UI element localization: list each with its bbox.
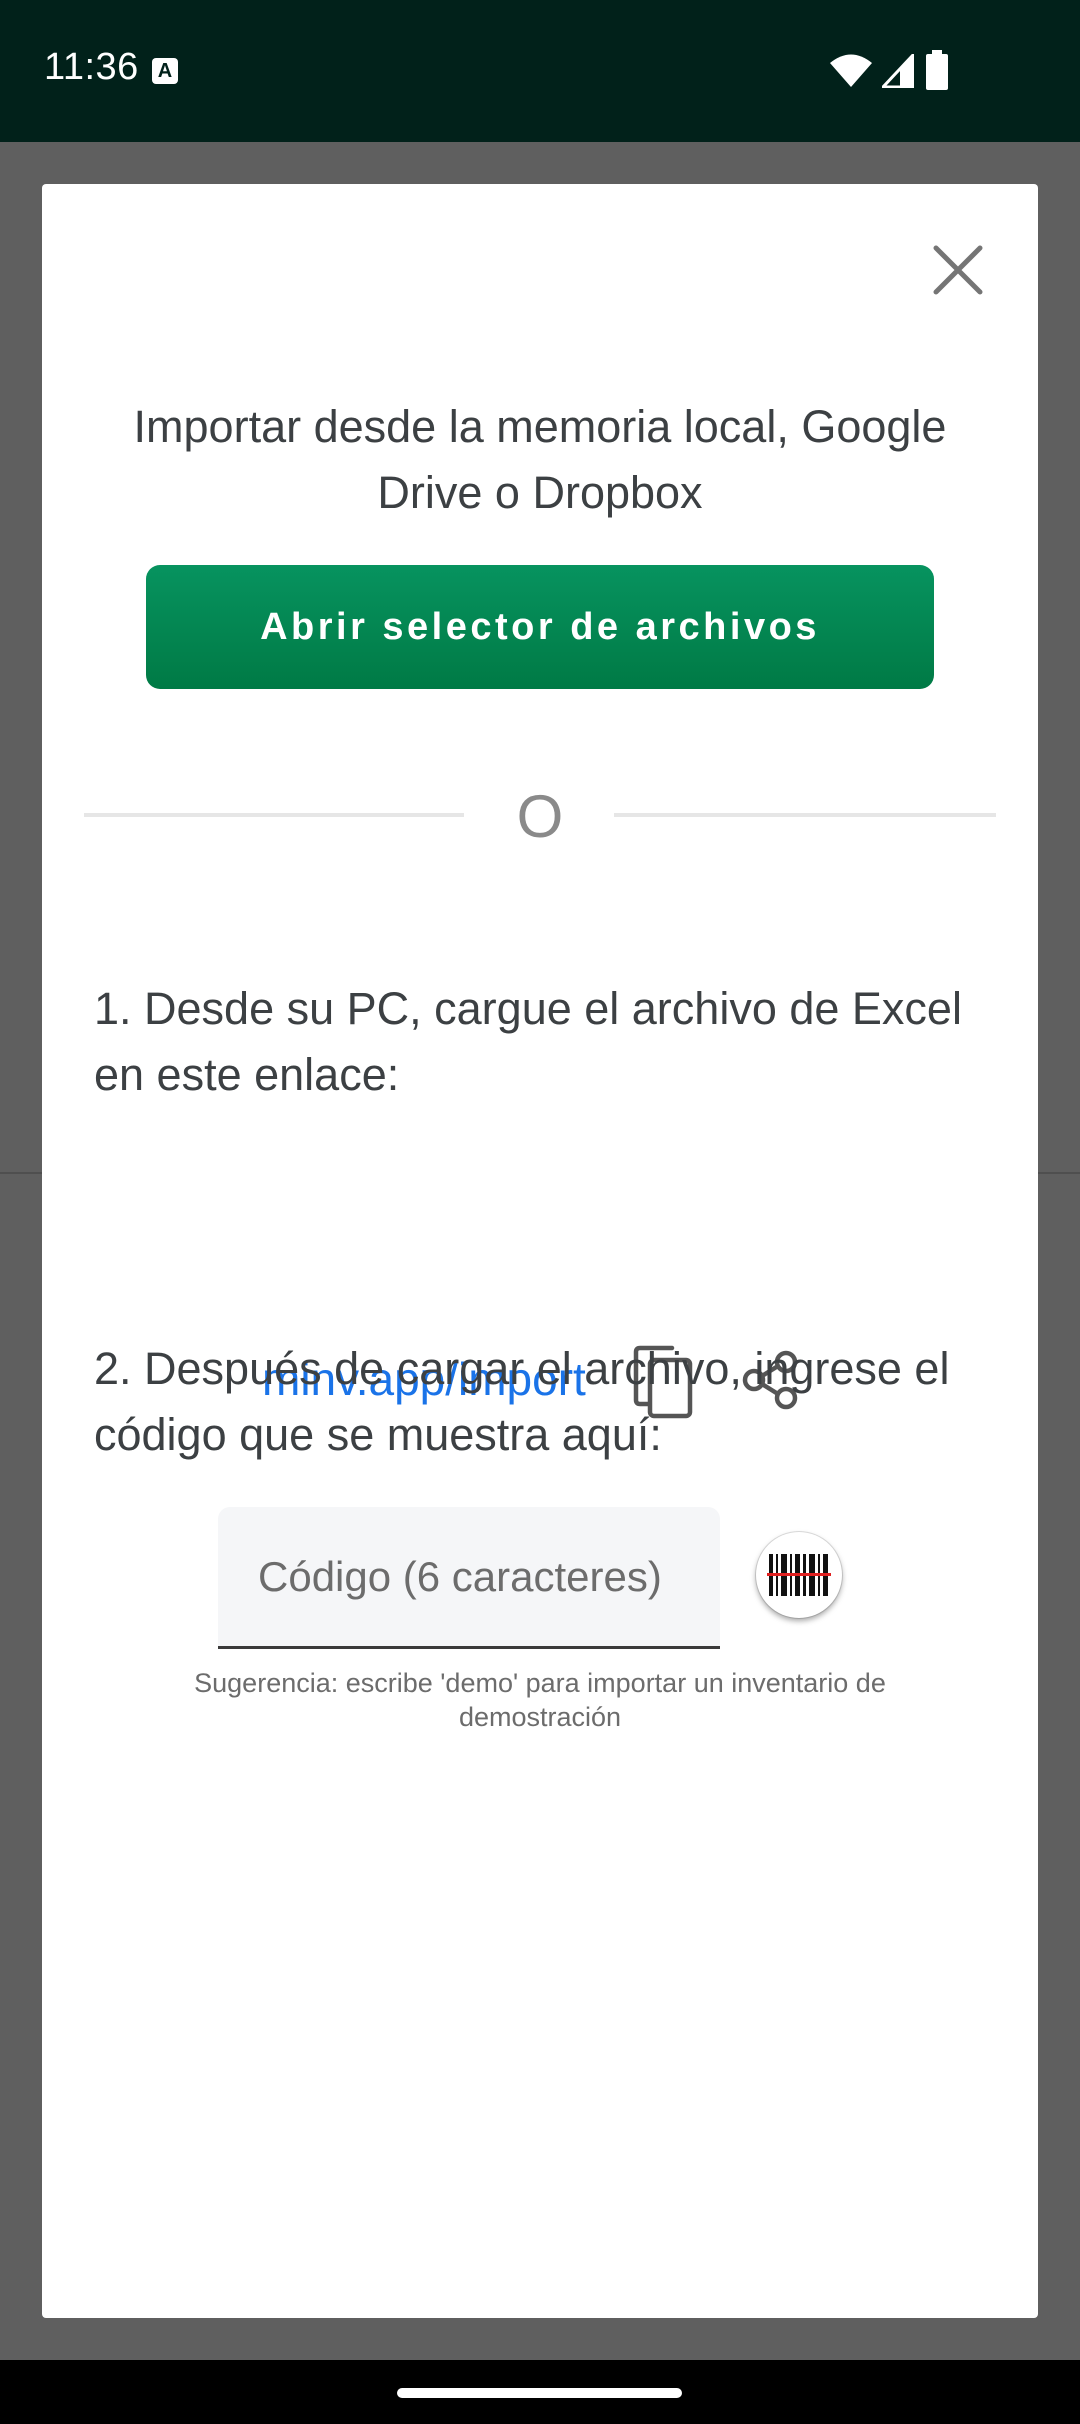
separator-line-right xyxy=(614,813,996,817)
close-button[interactable] xyxy=(922,234,994,306)
import-heading: Importar desde la memoria local, Google … xyxy=(133,401,947,518)
or-separator: O xyxy=(516,783,564,850)
code-field xyxy=(218,1507,720,1649)
code-input[interactable] xyxy=(218,1507,720,1646)
demo-hint: Sugerencia: escribe 'demo' para importar… xyxy=(194,1668,886,1732)
home-gesture-handle[interactable] xyxy=(397,2388,682,2398)
step2-instructions: 2. Después de cargar el archivo, ingrese… xyxy=(94,1343,950,1460)
separator-line-left xyxy=(84,813,464,817)
status-bar: 11:36 A xyxy=(0,0,1080,142)
cell-signal-icon xyxy=(882,54,914,88)
barcode-scan-button[interactable] xyxy=(756,1532,842,1618)
notification-icon: A xyxy=(152,58,178,84)
wifi-icon xyxy=(830,54,872,87)
close-icon xyxy=(933,245,983,295)
import-dialog: Importar desde la memoria local, Google … xyxy=(42,184,1038,2318)
step1-instructions: 1. Desde su PC, cargue el archivo de Exc… xyxy=(94,983,962,1100)
battery-icon xyxy=(926,50,948,90)
status-time: 11:36 xyxy=(44,46,139,88)
open-file-picker-button[interactable]: Abrir selector de archivos xyxy=(146,565,934,689)
barcode-scanner-icon xyxy=(767,1554,831,1596)
